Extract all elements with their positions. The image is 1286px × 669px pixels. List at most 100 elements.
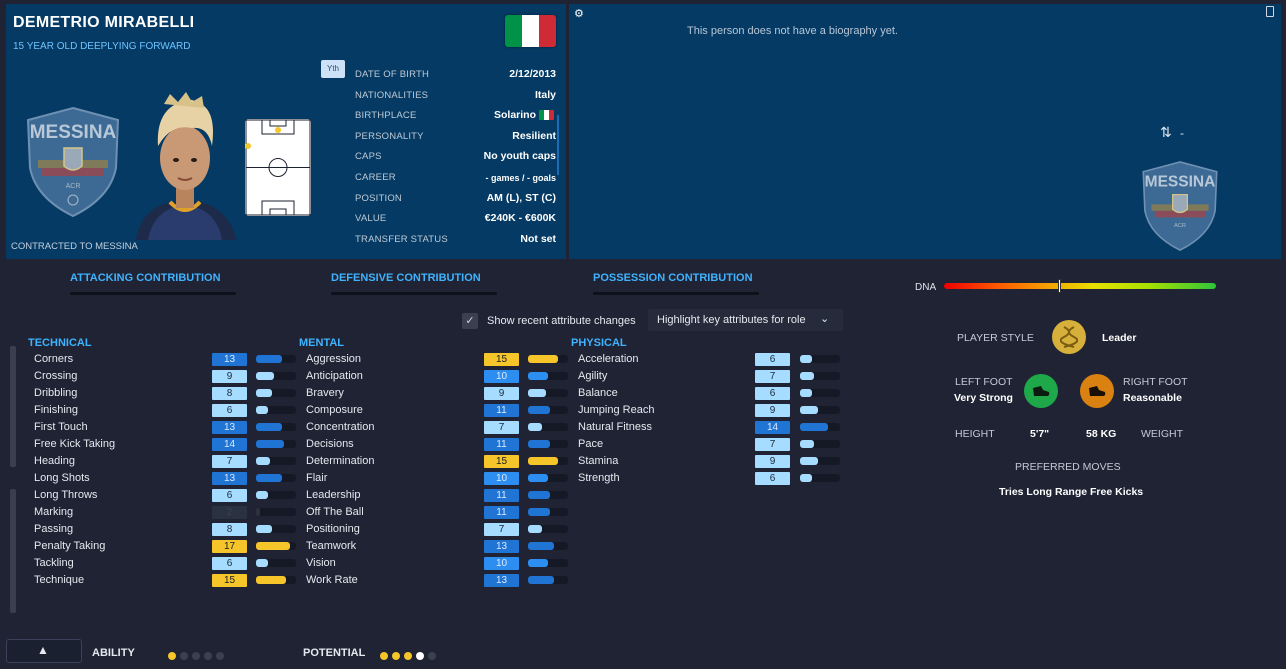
attribute-name[interactable]: Composure [306, 404, 363, 416]
attribute-value-badge[interactable]: 13 [484, 540, 519, 553]
attribute-value-badge[interactable]: 10 [484, 370, 519, 383]
attribute-value-badge[interactable]: 15 [212, 574, 247, 587]
attribute-name[interactable]: Jumping Reach [578, 404, 654, 416]
attribute-name[interactable]: Concentration [306, 421, 375, 433]
club-crest-right[interactable]: MESSINA ACR [1140, 158, 1220, 254]
attribute-name[interactable]: First Touch [34, 421, 88, 433]
attribute-name[interactable]: Technique [34, 574, 84, 586]
attacking-contribution-title[interactable]: ATTACKING CONTRIBUTION [70, 272, 221, 284]
attribute-value-badge[interactable]: 13 [212, 472, 247, 485]
nationality-flag[interactable] [505, 15, 556, 47]
attribute-value-badge[interactable]: 14 [212, 438, 247, 451]
attribute-value-badge[interactable]: 6 [755, 387, 790, 400]
scrollbar-lower[interactable] [10, 489, 16, 613]
attribute-value-badge[interactable]: 10 [484, 472, 519, 485]
attribute-bar-fill [256, 406, 268, 414]
attribute-name[interactable]: Pace [578, 438, 603, 450]
attribute-value-badge[interactable]: 13 [212, 421, 247, 434]
attribute-value-badge[interactable]: 8 [212, 523, 247, 536]
attribute-value-badge[interactable]: 14 [755, 421, 790, 434]
attribute-value-badge[interactable]: 6 [755, 353, 790, 366]
attribute-value-badge[interactable]: 11 [484, 506, 519, 519]
attribute-value-badge[interactable]: 9 [755, 455, 790, 468]
attribute-value-badge[interactable]: 2 [212, 506, 247, 519]
attribute-bar-fill [800, 389, 812, 397]
attribute-value-badge[interactable]: 7 [212, 455, 247, 468]
rotate-icon[interactable]: ⇅ [1160, 124, 1172, 141]
attribute-value-badge[interactable]: 6 [212, 489, 247, 502]
attribute-name[interactable]: Aggression [306, 353, 361, 365]
attribute-value-badge[interactable]: 6 [212, 404, 247, 417]
attribute-value-badge[interactable]: 17 [212, 540, 247, 553]
attribute-name[interactable]: Tackling [34, 557, 74, 569]
show-recent-checkbox[interactable]: ✓ [462, 313, 478, 329]
attribute-name[interactable]: Determination [306, 455, 374, 467]
attribute-value-badge[interactable]: 13 [484, 574, 519, 587]
attribute-name[interactable]: Decisions [306, 438, 354, 450]
attribute-value-badge[interactable]: 9 [755, 404, 790, 417]
attribute-value-badge[interactable]: 15 [484, 353, 519, 366]
attribute-name[interactable]: Acceleration [578, 353, 639, 365]
attribute-name[interactable]: Dribbling [34, 387, 77, 399]
attribute-name[interactable]: Marking [34, 506, 73, 518]
club-crest-left[interactable]: MESSINA ACR [24, 106, 122, 234]
attribute-name[interactable]: Leadership [306, 489, 360, 501]
attribute-value-badge[interactable]: 7 [755, 438, 790, 451]
footer-toggle-button[interactable]: ▲ [6, 639, 82, 663]
possession-contribution-title[interactable]: POSSESSION CONTRIBUTION [593, 272, 753, 284]
attribute-value-badge[interactable]: 7 [755, 370, 790, 383]
attribute-value-badge[interactable]: 8 [212, 387, 247, 400]
attribute-name[interactable]: Finishing [34, 404, 78, 416]
attribute-name[interactable]: Flair [306, 472, 327, 484]
player-name[interactable]: DEMETRIO MIRABELLI [13, 14, 194, 32]
gear-icon[interactable]: ⚙ [574, 7, 584, 20]
attribute-bar-fill [256, 542, 290, 550]
attribute-name[interactable]: Off The Ball [306, 506, 364, 518]
attribute-value-badge[interactable]: 6 [755, 472, 790, 485]
attribute-name[interactable]: Teamwork [306, 540, 356, 552]
attribute-name[interactable]: Vision [306, 557, 336, 569]
attribute-name[interactable]: Passing [34, 523, 73, 535]
attribute-bar-track [528, 525, 568, 533]
attribute-name[interactable]: Balance [578, 387, 618, 399]
attribute-name[interactable]: Positioning [306, 523, 360, 535]
attribute-name[interactable]: Long Shots [34, 472, 90, 484]
attribute-name[interactable]: Long Throws [34, 489, 97, 501]
youth-tag[interactable]: Yth [321, 60, 345, 78]
attribute-name[interactable]: Penalty Taking [34, 540, 105, 552]
attribute-name[interactable]: Heading [34, 455, 75, 467]
attribute-value-badge[interactable]: 7 [484, 523, 519, 536]
attribute-bar-track [800, 406, 840, 414]
attribute-value-badge[interactable]: 6 [212, 557, 247, 570]
dna-bar[interactable] [944, 283, 1216, 289]
attribute-value-badge[interactable]: 11 [484, 438, 519, 451]
attribute-value-badge[interactable]: 10 [484, 557, 519, 570]
attribute-name[interactable]: Anticipation [306, 370, 363, 382]
attribute-name[interactable]: Agility [578, 370, 607, 382]
attribute-name[interactable]: Natural Fitness [578, 421, 652, 433]
attribute-value-badge[interactable]: 9 [484, 387, 519, 400]
defensive-contribution-title[interactable]: DEFENSIVE CONTRIBUTION [331, 272, 481, 284]
attribute-bar-track [256, 423, 296, 431]
attribute-name[interactable]: Crossing [34, 370, 77, 382]
attribute-value-badge[interactable]: 9 [212, 370, 247, 383]
attribute-name[interactable]: Bravery [306, 387, 344, 399]
position-pitch[interactable] [245, 119, 311, 216]
info-label: NATIONALITIES [355, 89, 429, 101]
document-icon[interactable] [1266, 6, 1274, 17]
attribute-name[interactable]: Free Kick Taking [34, 438, 115, 450]
attribute-value-badge[interactable]: 15 [484, 455, 519, 468]
attribute-value-badge[interactable]: 11 [484, 489, 519, 502]
scrollbar-upper[interactable] [10, 346, 16, 467]
attribute-value-badge[interactable]: 11 [484, 404, 519, 417]
attribute-value-badge[interactable]: 7 [484, 421, 519, 434]
highlight-dropdown[interactable]: Highlight key attributes for role ⌄ [648, 309, 843, 331]
attribute-name[interactable]: Strength [578, 472, 620, 484]
attribute-name[interactable]: Work Rate [306, 574, 358, 586]
show-recent-label[interactable]: Show recent attribute changes [487, 315, 636, 327]
contract-status[interactable]: CONTRACTED TO MESSINA [11, 241, 138, 252]
dna-helix-icon[interactable] [1052, 320, 1086, 354]
attribute-value-badge[interactable]: 13 [212, 353, 247, 366]
attribute-name[interactable]: Corners [34, 353, 73, 365]
attribute-name[interactable]: Stamina [578, 455, 618, 467]
